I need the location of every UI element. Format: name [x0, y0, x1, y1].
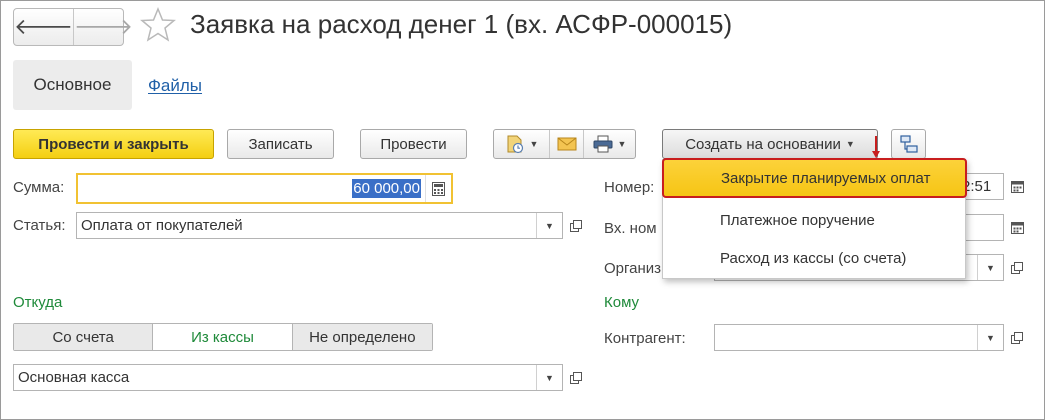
arrow-right-icon: 🡒 [74, 14, 133, 39]
open-icon [570, 219, 582, 232]
from-section-title: Откуда [13, 294, 63, 311]
structure-icon [899, 135, 918, 153]
open-icon [1011, 261, 1023, 274]
calendar-icon [1010, 222, 1024, 234]
article-value: Оплата от покупателей [81, 217, 243, 234]
chevron-down-icon[interactable]: ▼ [536, 213, 562, 238]
date-calendar-button[interactable] [1005, 173, 1029, 200]
post-button[interactable]: Провести [360, 129, 467, 159]
chevron-down-icon[interactable]: ▼ [536, 365, 562, 390]
tab-files[interactable]: Файлы [148, 76, 202, 96]
create-based-on-button[interactable]: Создать на основании ▼ [662, 129, 878, 159]
incoming-date-calendar-button[interactable] [1005, 214, 1029, 241]
cashbox-open-button[interactable] [564, 364, 588, 391]
calculator-icon [432, 181, 445, 196]
page-title: Заявка на расход денег 1 (вх. АСФР-00001… [190, 9, 733, 39]
menu-item-payment-order[interactable]: Платежное поручение [663, 202, 965, 238]
cashbox-value: Основная касса [18, 369, 130, 386]
calendar-icon [1010, 181, 1024, 193]
nav-buttons: 🡐 🡒 [13, 8, 133, 46]
article-label: Статья: [13, 217, 66, 234]
counterparty-label: Контрагент: [604, 330, 686, 347]
create-based-on-label: Создать на основании [685, 135, 841, 153]
tab-main[interactable]: Основное [13, 60, 132, 110]
post-and-close-button[interactable]: Провести и закрыть [13, 129, 214, 159]
organization-label: Организ [604, 260, 662, 277]
open-icon [570, 371, 582, 384]
chevron-down-icon: ▼ [845, 139, 855, 149]
arrow-left-icon: 🡐 [14, 14, 73, 39]
counterparty-open-button[interactable] [1005, 324, 1029, 351]
structure-button[interactable] [891, 129, 926, 159]
create-based-on-menu: Закрытие планируемых оплат Платежное пор… [662, 158, 967, 279]
chevron-down-icon[interactable]: ▼ [977, 255, 1003, 280]
sum-input[interactable]: 60 000,00 [76, 173, 453, 204]
sum-label: Сумма: [13, 179, 65, 196]
forward-button[interactable]: 🡒 [73, 9, 133, 45]
printer-icon [593, 135, 613, 153]
article-open-button[interactable] [564, 212, 588, 239]
envelope-icon [557, 137, 576, 151]
chevron-down-icon[interactable]: ▼ [977, 325, 1003, 350]
chevron-down-icon: ▼ [529, 139, 539, 149]
number-label: Номер: [604, 179, 655, 196]
sum-value: 60 000,00 [352, 179, 421, 198]
report-menu-button[interactable]: ▼ [494, 130, 549, 158]
article-field[interactable]: Оплата от покупателей ▼ [76, 212, 563, 239]
open-icon [1011, 331, 1023, 344]
organization-open-button[interactable] [1005, 254, 1029, 281]
counterparty-field[interactable]: ▼ [714, 324, 1004, 351]
chevron-down-icon: ▼ [617, 139, 627, 149]
incoming-date-field[interactable] [960, 214, 1004, 241]
cashbox-field[interactable]: Основная касса ▼ [13, 364, 563, 391]
source-option-cash[interactable]: Из кассы [152, 324, 292, 350]
calculator-button[interactable] [425, 175, 451, 202]
to-section-title: Кому [604, 294, 640, 311]
star-icon[interactable] [139, 6, 177, 44]
email-button[interactable] [549, 130, 583, 158]
red-pointer-arrow [872, 136, 880, 158]
source-selector: Со счета Из кассы Не определено [13, 323, 433, 351]
incoming-number-label: Вх. ном [604, 220, 657, 237]
source-option-account[interactable]: Со счета [14, 324, 153, 350]
icon-toolbar-group: ▼ ▼ [493, 129, 636, 159]
back-button[interactable]: 🡐 [14, 9, 73, 45]
menu-item-close-planned-payments[interactable]: Закрытие планируемых оплат [662, 158, 967, 198]
document-clock-icon [507, 135, 523, 154]
source-option-undefined[interactable]: Не определено [291, 324, 432, 350]
print-menu-button[interactable]: ▼ [583, 130, 635, 158]
save-button[interactable]: Записать [227, 129, 334, 159]
menu-item-cash-expense[interactable]: Расход из кассы (со счета) [663, 240, 965, 276]
